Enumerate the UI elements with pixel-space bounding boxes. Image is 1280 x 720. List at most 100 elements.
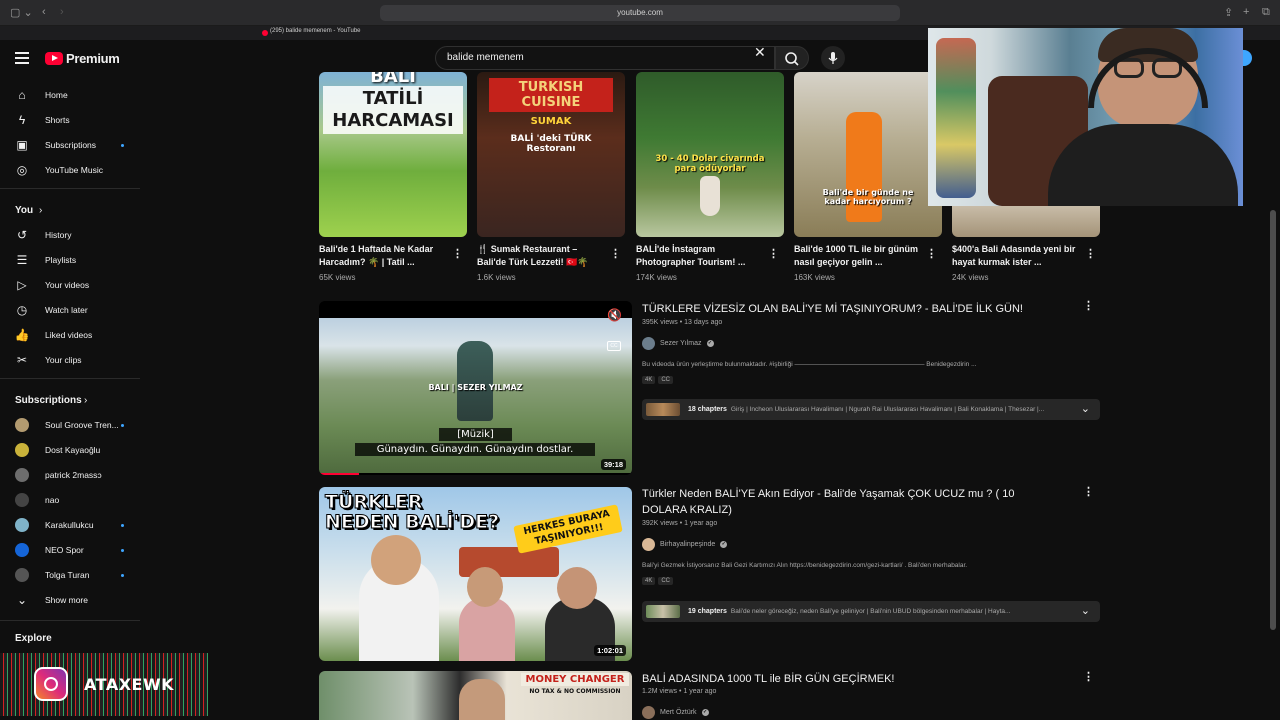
more-options-icon[interactable]: ⋮ (926, 247, 937, 261)
badge-cc: CC (658, 577, 674, 585)
video-title[interactable]: TÜRKLERE VİZESİZ OLAN BALİ'YE Mİ TAŞINIY… (642, 301, 1062, 317)
short-thumbnail[interactable]: 30 - 40 Dolar civarında para ödüyorlar (636, 72, 784, 237)
channel-name: Sezer Yılmaz (660, 340, 702, 347)
watch-later-icon: ◷ (16, 303, 28, 317)
sidebar-item-channel[interactable]: Soul Groove Tren... (0, 415, 140, 435)
more-options-icon[interactable]: ⋮ (1083, 670, 1094, 684)
sidebar-item-your-clips[interactable]: ✂ Your clips (0, 350, 140, 370)
sidebar-item-you[interactable]: You › (0, 200, 140, 220)
short-title[interactable]: BALİ'de İnstagram Photographer Tourism! … (636, 243, 761, 269)
music-icon: ◎ (16, 163, 28, 177)
sidebar-item-channel[interactable]: NEO Spor (0, 540, 140, 560)
sidebar-item-subscriptions-heading[interactable]: Subscriptions › (0, 390, 140, 410)
video-thumbnail[interactable]: BALI | SEZER YILMAZ [Müzik] Günaydın. Gü… (319, 301, 632, 475)
new-content-dot (121, 143, 124, 147)
sidebar-label: Show more (45, 595, 88, 605)
channel-avatar (15, 468, 29, 482)
short-thumbnail[interactable]: TURKISH CUISINE SUMAK BALİ 'deki TÜRK Re… (477, 72, 625, 237)
short-views: 1.6K views (477, 273, 516, 282)
sidebar-item-channel[interactable]: nao (0, 490, 140, 510)
more-options-icon[interactable]: ⋮ (452, 247, 463, 261)
video-title[interactable]: Türkler Neden BALİ'YE Akın Ediyor - Bali… (642, 486, 1062, 518)
video-thumbnail[interactable]: TÜRKLER NEDEN BALİ'DE? HERKES BURAYA TAŞ… (319, 487, 632, 661)
more-options-icon[interactable]: ⋮ (1085, 247, 1096, 261)
search-button[interactable] (775, 46, 809, 70)
more-options-icon[interactable]: ⋮ (1083, 485, 1094, 499)
chevron-down-icon[interactable]: ⌄ (1081, 402, 1090, 415)
face-shape (557, 567, 597, 609)
scrollbar[interactable] (1270, 210, 1276, 630)
sidebar-item-shorts[interactable]: ϟ Shorts (0, 110, 140, 130)
caption-line: Günaydın. Günaydın. Günaydın dostlar. (355, 443, 595, 456)
sidebar-label: Liked videos (45, 330, 93, 340)
thumb-overlay-text: 30 - 40 Dolar civarında para ödüyorlar (655, 154, 765, 174)
search-box[interactable] (435, 46, 775, 70)
sidebar-label: Watch later (45, 305, 88, 315)
sidebar-item-subscriptions[interactable]: ▣ Subscriptions (0, 135, 140, 155)
clips-icon: ✂ (16, 353, 28, 367)
sidebar-item-channel[interactable]: Tolga Turan (0, 565, 140, 585)
channel-link[interactable]: Birhayalinpeşinde ✓ (642, 538, 728, 551)
short-thumbnail[interactable]: BALİ TATİLİ HARCAMASI (319, 72, 467, 237)
voice-search-button[interactable] (821, 46, 845, 70)
channel-avatar (15, 493, 29, 507)
sidebar-item-liked-videos[interactable]: 👍 Liked videos (0, 325, 140, 345)
active-tab[interactable]: (295) balide memenem - YouTube (270, 28, 361, 34)
chapters-bar[interactable]: 18 chapters Giriş | Incheon Uluslararası… (642, 399, 1100, 420)
chevron-down-icon[interactable]: ⌄ (1081, 604, 1090, 617)
search-input[interactable] (447, 52, 737, 63)
back-icon[interactable]: ‹ (42, 6, 46, 18)
channel-link[interactable]: Mert Öztürk ✓ (642, 706, 709, 719)
tabs-overview-icon[interactable]: ⧉ (1262, 6, 1270, 19)
video-description: Bu videoda ürün yerleştirme bulunmaktadı… (642, 361, 977, 368)
sidebar-item-home[interactable]: ⌂ Home (0, 85, 140, 105)
forward-icon[interactable]: › (60, 6, 64, 18)
chapters-bar[interactable]: 19 chapters Bali'de neler göreceğiz, ned… (642, 601, 1100, 622)
short-title[interactable]: $400'a Bali Adasında yeni bir hayat kurm… (952, 243, 1077, 269)
mic-icon (828, 52, 838, 64)
share-icon[interactable]: ⇪ (1224, 6, 1233, 19)
sidebar-item-your-videos[interactable]: ▷ Your videos (0, 275, 140, 295)
show-more-button[interactable]: ⌄ Show more (0, 590, 140, 610)
thumb-overlay-text: NEDEN BALİ'DE? (324, 511, 500, 534)
sidebar-item-channel[interactable]: patrick 2massɔ (0, 465, 140, 485)
sidebar-item-channel[interactable]: Dost Kayaoğlu (0, 440, 140, 460)
short-title[interactable]: Bali'de 1 Haftada Ne Kadar Harcadım? 🌴 |… (319, 243, 444, 269)
sidebar-item-channel[interactable]: Karakullukcu (0, 515, 140, 535)
sidebar-item-watch-later[interactable]: ◷ Watch later (0, 300, 140, 320)
short-thumbnail[interactable]: Bali'de bir günde ne kadar harcıyorum ? (794, 72, 942, 237)
more-options-icon[interactable]: ⋮ (1083, 299, 1094, 313)
more-options-icon[interactable]: ⋮ (610, 247, 621, 261)
video-title[interactable]: BALİ ADASINDA 1000 TL ile BİR GÜN GEÇİRM… (642, 671, 1062, 687)
sidebar-toggle-icon[interactable]: ▢ ⌄ (10, 6, 33, 19)
channel-avatar (642, 538, 655, 551)
menu-icon[interactable] (15, 52, 29, 64)
url-bar[interactable]: youtube.com (380, 5, 900, 21)
url-text: youtube.com (617, 8, 663, 17)
thumb-overlay-text: SUMAK (530, 116, 572, 127)
short-title[interactable]: 🍴 Sumak Restaurant – Bali'de Türk Lezzet… (477, 243, 602, 269)
sidebar-item-history[interactable]: ↺ History (0, 225, 140, 245)
mute-icon[interactable]: 🔇 (607, 308, 622, 322)
painting-shape (936, 38, 976, 198)
progress-bar (319, 473, 359, 475)
new-tab-icon[interactable]: + (1243, 6, 1249, 18)
cc-icon[interactable]: CC (607, 341, 621, 351)
chapters-list: Giriş | Incheon Uluslararası Havalimanı … (730, 406, 1045, 413)
sidebar-label: nao (45, 495, 60, 505)
clear-search-icon[interactable]: ✕ (754, 42, 766, 62)
verified-icon: ✓ (706, 340, 714, 347)
sidebar-item-youtube-music[interactable]: ◎ YouTube Music (0, 160, 140, 180)
short-title[interactable]: Bali'de 1000 TL ile bir günüm nasıl geçi… (794, 243, 919, 269)
sidebar-item-playlists[interactable]: ☰ Playlists (0, 250, 140, 270)
more-options-icon[interactable]: ⋮ (768, 247, 779, 261)
channel-avatar (15, 518, 29, 532)
video-meta: 392K views • 1 year ago (642, 520, 718, 527)
channel-link[interactable]: Sezer Yılmaz ✓ (642, 337, 714, 350)
divider (0, 620, 140, 621)
face-shape (371, 535, 421, 585)
explore-heading: Explore (15, 633, 52, 644)
badge-4k: 4K (642, 577, 656, 585)
youtube-premium-logo[interactable]: Premium (45, 51, 120, 66)
video-thumbnail[interactable]: MONEY CHANGER NO TAX & NO COMMISSION (319, 671, 632, 720)
